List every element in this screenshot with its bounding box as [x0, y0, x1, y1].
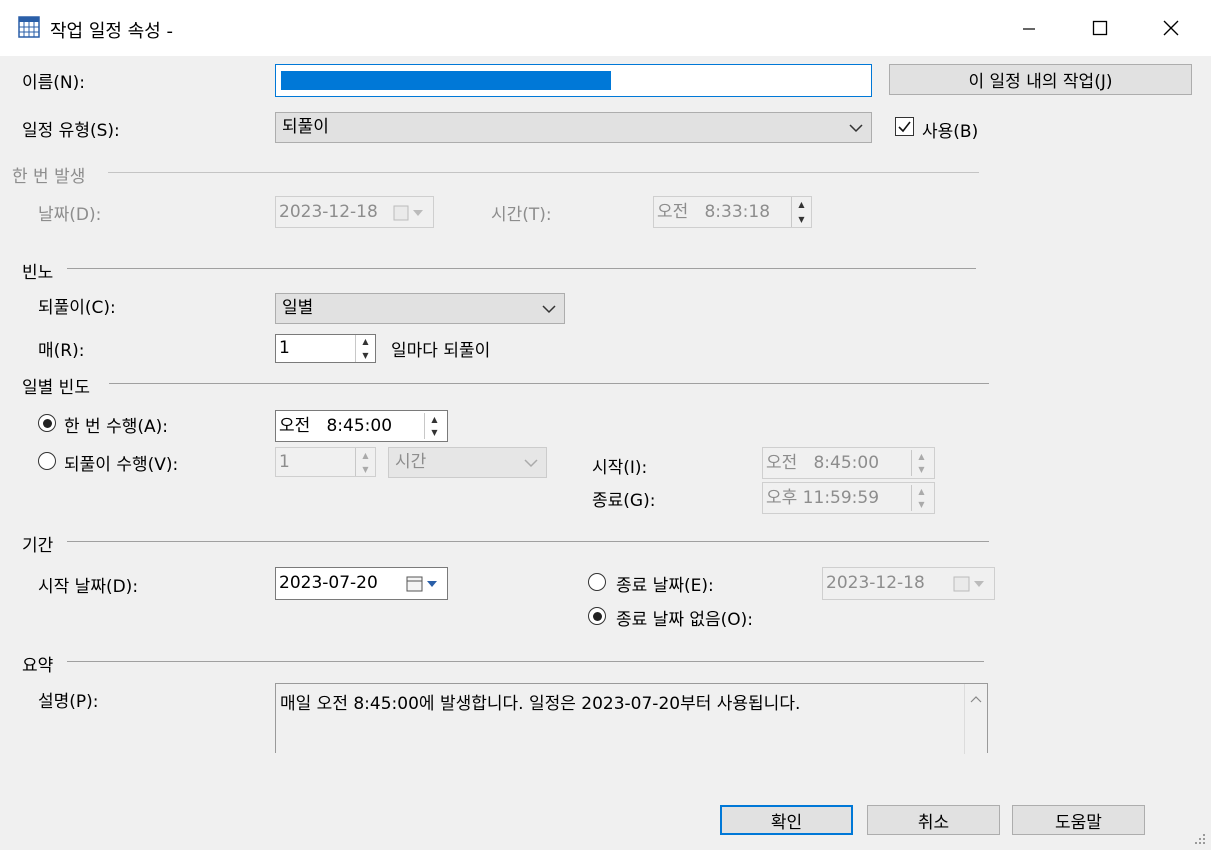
close-icon [1163, 20, 1179, 36]
start-date-picker[interactable]: 2023-07-20 [275, 567, 448, 600]
duration-section-title: 기간 [22, 536, 54, 556]
duration-divider [67, 541, 989, 542]
one-time-time-spinner[interactable]: ▲ ▼ [791, 197, 811, 227]
frequency-section-title: 빈노 [22, 263, 54, 283]
daily-start-label: 시작(I): [592, 458, 648, 478]
occurs-once-label: 한 번 수행(A): [64, 417, 168, 437]
daily-end-time-spinner[interactable]: ▲ ▼ [911, 485, 931, 511]
occurs-once-time-spinner[interactable]: ▲ ▼ [424, 413, 444, 439]
occurs-every-unit-select[interactable]: 시간 [388, 447, 547, 478]
occurs-once-time-value: 오전 8:45:00 [279, 415, 393, 436]
description-label: 설명(P): [38, 692, 99, 712]
occurs-every-label: 되풀이 수행(V): [64, 455, 179, 475]
enabled-checkbox[interactable] [895, 117, 914, 136]
close-button[interactable] [1136, 0, 1206, 56]
calendar-dropdown-icon [953, 576, 984, 592]
checkmark-icon [898, 121, 911, 133]
enabled-label: 사용(B) [922, 122, 979, 142]
description-textarea[interactable]: 매일 오전 8:45:00에 발생합니다. 일정은 2023-07-20부터 사… [275, 683, 988, 754]
occurs-every-unit-value: 시간 [395, 452, 427, 472]
calendar-grid-icon [18, 16, 40, 38]
schedule-type-select[interactable]: 되풀이 [275, 112, 872, 143]
maximize-icon [1092, 20, 1108, 36]
occurs-every-radio[interactable] [38, 452, 56, 470]
one-time-date-picker[interactable]: 2023-12-18 [275, 196, 434, 228]
chevron-up-icon [970, 696, 982, 703]
chevron-down-icon [849, 124, 863, 133]
ok-button[interactable]: 확인 [720, 805, 853, 835]
daily-frequency-section-title: 일별 빈도 [22, 378, 90, 398]
daily-end-time-value: 오후 11:59:59 [766, 487, 880, 508]
daily-start-time-input[interactable]: 오전 8:45:00 ▲ ▼ [762, 447, 935, 479]
calendar-dropdown-icon [406, 576, 437, 592]
every-label: 매(R): [38, 341, 85, 361]
no-end-date-label: 종료 날짜 없음(O): [616, 610, 754, 630]
window-title: 작업 일정 속성 - [50, 21, 174, 42]
end-date-radio[interactable] [588, 573, 606, 591]
occurs-every-spinner[interactable]: ▲ ▼ [355, 448, 375, 476]
description-value: 매일 오전 8:45:00에 발생합니다. 일정은 2023-07-20부터 사… [280, 694, 801, 714]
maximize-button[interactable] [1065, 0, 1135, 56]
end-date-label: 종료 날짜(E): [616, 576, 714, 596]
occurs-value: 일별 [282, 298, 314, 318]
one-time-section-title: 한 번 발생 [12, 167, 86, 187]
cancel-button[interactable]: 취소 [867, 805, 1000, 835]
summary-divider [67, 661, 984, 662]
occurs-once-time-input[interactable]: 오전 8:45:00 ▲ ▼ [275, 410, 448, 442]
one-time-time-label: 시간(T): [491, 205, 552, 225]
start-date-label: 시작 날짜(D): [38, 577, 139, 597]
end-date-picker[interactable]: 2023-12-18 [822, 567, 995, 600]
daily-end-label: 종료(G): [592, 491, 656, 511]
minimize-icon [1023, 28, 1035, 30]
schedule-type-label: 일정 유형(S): [22, 121, 120, 141]
daily-start-time-value: 오전 8:45:00 [766, 452, 880, 473]
resize-grip-icon[interactable] [1193, 832, 1207, 846]
calendar-dropdown-icon [393, 205, 423, 221]
jobs-in-schedule-button[interactable]: 이 일정 내의 작업(J) [889, 64, 1192, 95]
minimize-button[interactable] [994, 0, 1064, 56]
no-end-date-radio[interactable] [588, 607, 606, 625]
every-days-spinner[interactable]: ▲ ▼ [355, 335, 375, 362]
chevron-down-icon [524, 459, 538, 468]
occurs-once-radio[interactable] [38, 414, 56, 432]
help-button[interactable]: 도움말 [1012, 805, 1145, 835]
one-time-divider [108, 172, 979, 173]
name-selection [281, 71, 611, 90]
every-days-input[interactable]: 1 ▲ ▼ [275, 334, 376, 363]
schedule-type-value: 되풀이 [282, 117, 329, 137]
description-scrollbar[interactable] [964, 684, 987, 754]
one-time-time-value: 오전 8:33:18 [657, 201, 771, 222]
frequency-divider [67, 268, 976, 269]
daily-start-time-spinner[interactable]: ▲ ▼ [911, 450, 931, 476]
daily-end-time-input[interactable]: 오후 11:59:59 ▲ ▼ [762, 482, 935, 514]
chevron-down-icon [542, 305, 556, 314]
name-input[interactable] [275, 64, 872, 97]
one-time-date-label: 날짜(D): [38, 205, 102, 225]
name-label: 이름(N): [22, 73, 85, 93]
occurs-every-value-input[interactable]: 1 ▲ ▼ [275, 447, 376, 477]
summary-section-title: 요약 [22, 656, 54, 676]
every-days-suffix: 일마다 되풀이 [391, 341, 491, 361]
occurs-label: 되풀이(C): [38, 298, 116, 318]
daily-frequency-divider [109, 383, 989, 384]
one-time-time-input[interactable]: 오전 8:33:18 ▲ ▼ [653, 196, 812, 228]
occurs-select[interactable]: 일별 [275, 293, 565, 324]
